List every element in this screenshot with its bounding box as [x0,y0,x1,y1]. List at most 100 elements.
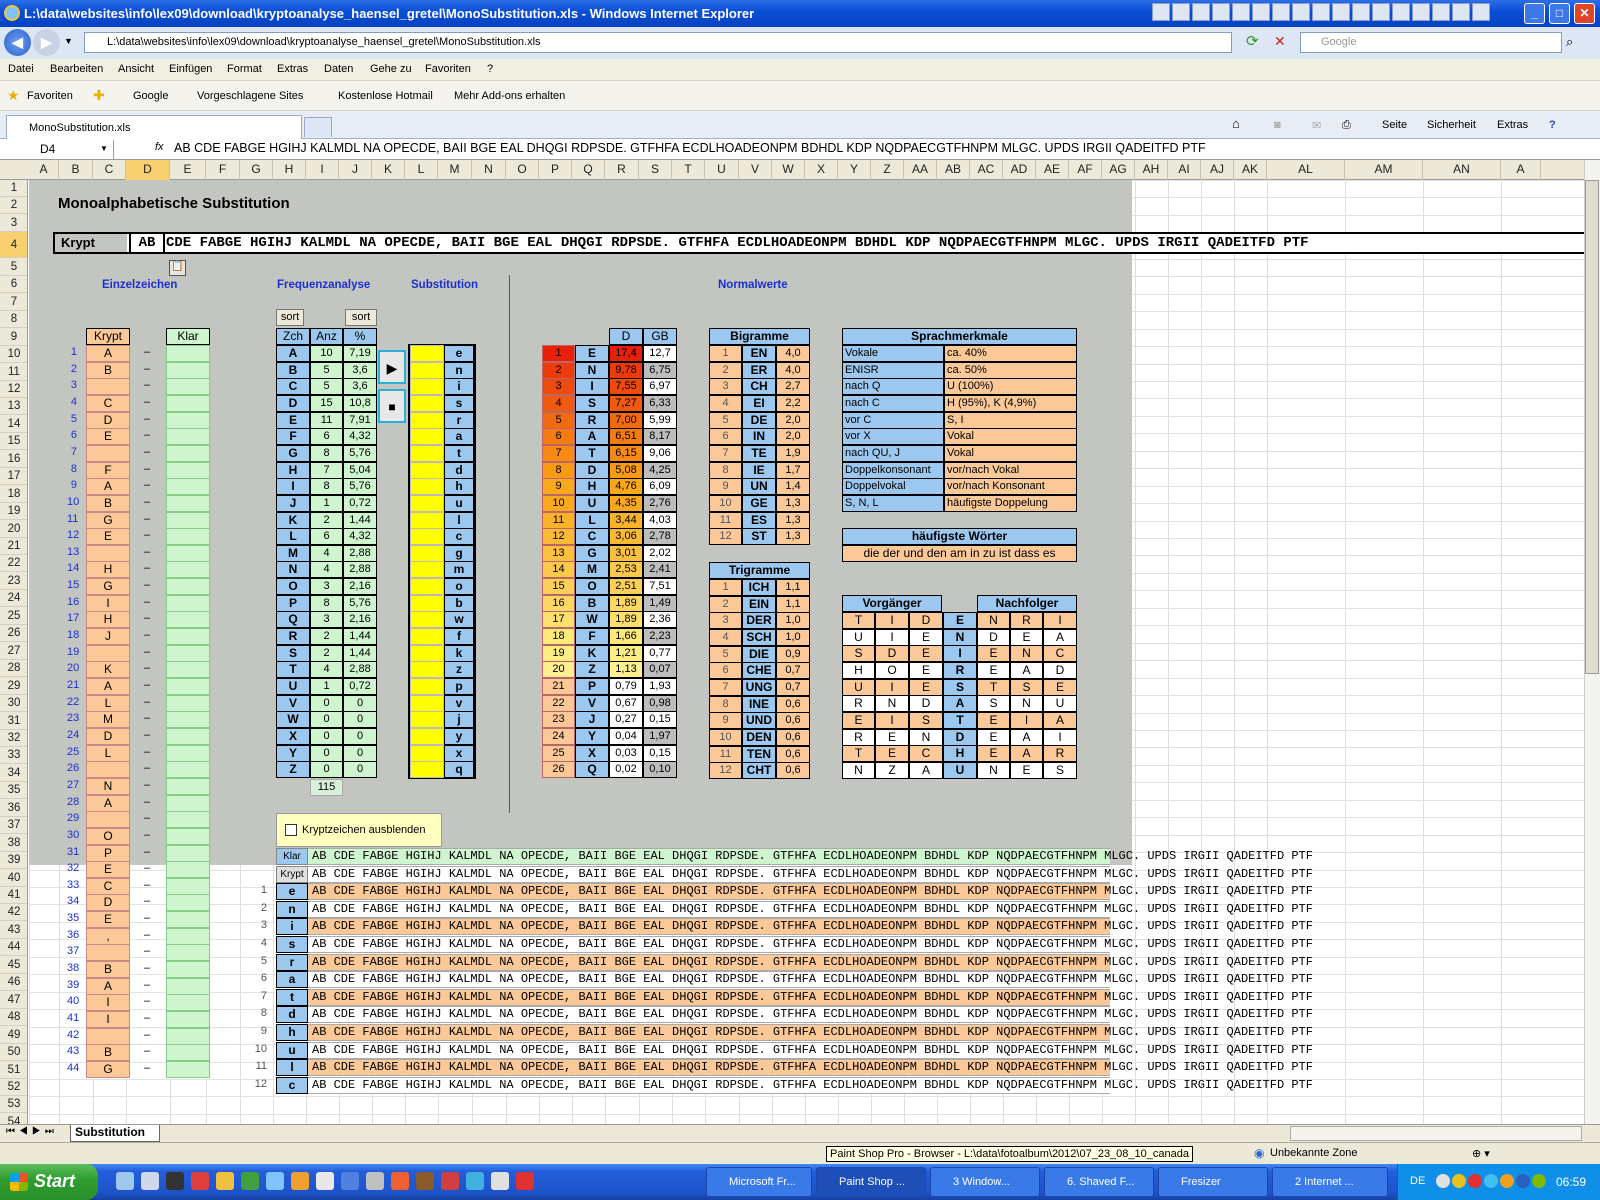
column-header[interactable]: AB [937,160,970,180]
row-header[interactable]: 12 [0,381,27,398]
search-input[interactable]: Google [1300,32,1562,53]
quicklaunch-icon[interactable] [366,1172,384,1190]
row-header[interactable]: 48 [0,1009,27,1027]
tray-icon[interactable] [1532,1174,1546,1188]
seite-menu[interactable]: Seite [1382,119,1407,131]
column-header[interactable]: AG [1102,160,1135,180]
url-field[interactable]: L:\data\websites\info\lex09\download\kry… [84,32,1232,53]
menu-gehe-zu[interactable]: Gehe zu [370,63,412,75]
row-header[interactable]: 46 [0,974,27,992]
kryptzeichen-checkbox[interactable] [285,824,297,836]
row-header[interactable]: 44 [0,939,27,957]
column-header[interactable]: AE [1036,160,1069,180]
menu-help[interactable]: ? [487,63,493,75]
row-header[interactable]: 1 [0,180,27,197]
tray-icon[interactable] [1516,1174,1530,1188]
row-header[interactable]: 34 [0,765,27,782]
quicklaunch-icon[interactable] [166,1172,184,1190]
search-icon[interactable]: ⌕ [1566,34,1573,50]
column-header[interactable]: L [405,160,438,180]
row-header[interactable]: 15 [0,433,27,451]
quicklaunch-icon[interactable] [391,1172,409,1190]
row-header[interactable]: 52 [0,1079,27,1096]
menu-datei[interactable]: Datei [8,63,34,75]
column-header[interactable]: C [93,160,126,180]
row-header[interactable]: 26 [0,625,27,643]
fav-link-google[interactable]: Google [133,90,168,102]
column-header[interactable]: A [1501,160,1541,180]
row-header[interactable]: 20 [0,521,27,538]
quicklaunch-icon[interactable] [441,1172,459,1190]
row-header[interactable]: 33 [0,747,27,765]
quicklaunch-icon[interactable] [316,1172,334,1190]
column-header[interactable]: AL [1267,160,1345,180]
row-header[interactable]: 38 [0,835,27,852]
minimize-button[interactable]: _ [1524,3,1545,24]
row-header[interactable]: 30 [0,695,27,713]
row-header[interactable]: 50 [0,1044,27,1062]
row-header[interactable]: 4 [0,232,27,259]
row-header[interactable]: 49 [0,1027,27,1044]
new-tab-button[interactable] [304,117,332,137]
row-header[interactable]: 23 [0,573,27,590]
column-header[interactable]: J [339,160,372,180]
row-header[interactable]: 32 [0,730,27,747]
tray-icon[interactable] [1436,1174,1450,1188]
tab-active[interactable]: MonoSubstitution.xls [6,115,302,139]
row-header[interactable]: 10 [0,346,27,364]
row-header[interactable]: 6 [0,276,27,294]
column-header[interactable]: W [772,160,805,180]
column-header[interactable]: F [206,160,240,180]
row-header[interactable]: 8 [0,311,27,329]
app-icon[interactable] [1172,3,1190,21]
favorites-button[interactable]: Favoriten [27,90,73,102]
tab-nav-arrows[interactable]: ⏮◀▶⏭ [6,1126,58,1137]
row-header[interactable]: 14 [0,416,27,433]
app-icon[interactable] [1472,3,1490,21]
column-header[interactable]: AN [1423,160,1501,180]
task-paintshop[interactable]: Paint Shop ... [816,1167,926,1197]
column-header[interactable]: G [240,160,273,180]
row-header[interactable]: 43 [0,922,27,939]
menu-favoriten[interactable]: Favoriten [425,63,471,75]
app-icon[interactable] [1212,3,1230,21]
language-indicator[interactable]: DE [1410,1175,1425,1187]
column-header[interactable]: X [805,160,838,180]
worksheet[interactable]: Monoalphabetische Substitution Krypt AB … [29,180,1584,1124]
menu-bearbeiten[interactable]: Bearbeiten [50,63,103,75]
fav-link-addons[interactable]: Mehr Add-ons erhalten [454,90,565,102]
app-icon[interactable] [1272,3,1290,21]
column-header[interactable]: AJ [1201,160,1234,180]
row-header[interactable]: 11 [0,364,27,381]
sicherheit-menu[interactable]: Sicherheit [1427,119,1476,131]
row-header[interactable]: 53 [0,1096,27,1114]
app-icon[interactable] [1332,3,1350,21]
task-fresizer[interactable]: Fresizer [1158,1167,1268,1197]
column-header[interactable]: AC [970,160,1003,180]
quicklaunch-icon[interactable] [241,1172,259,1190]
column-header[interactable]: R [605,160,639,180]
row-header[interactable]: 45 [0,957,27,974]
back-button[interactable]: ◀ [4,29,31,56]
app-icon[interactable] [1312,3,1330,21]
row-header[interactable]: 51 [0,1062,27,1079]
quicklaunch-icon[interactable] [516,1172,534,1190]
app-icon[interactable] [1412,3,1430,21]
column-header[interactable]: A [29,160,59,180]
print-icon[interactable]: ⎙ [1342,119,1351,132]
row-header[interactable]: 24 [0,590,27,608]
row-header[interactable]: 41 [0,887,27,904]
row-header[interactable]: 36 [0,800,27,817]
column-header[interactable]: AF [1069,160,1102,180]
quicklaunch-icon[interactable] [416,1172,434,1190]
maximize-button[interactable]: □ [1549,3,1570,24]
column-header[interactable]: N [472,160,506,180]
quicklaunch-icon[interactable] [466,1172,484,1190]
menu-ansicht[interactable]: Ansicht [118,63,154,75]
menu-format[interactable]: Format [227,63,262,75]
column-header[interactable]: AH [1135,160,1168,180]
row-header[interactable]: 35 [0,782,27,800]
zoom-icon[interactable]: ⊕ ▾ [1472,1147,1490,1160]
formula-input[interactable]: AB CDE FABGE HGIHJ KALMDL NA OPECDE, BAI… [174,141,1206,155]
quicklaunch-icon[interactable] [291,1172,309,1190]
